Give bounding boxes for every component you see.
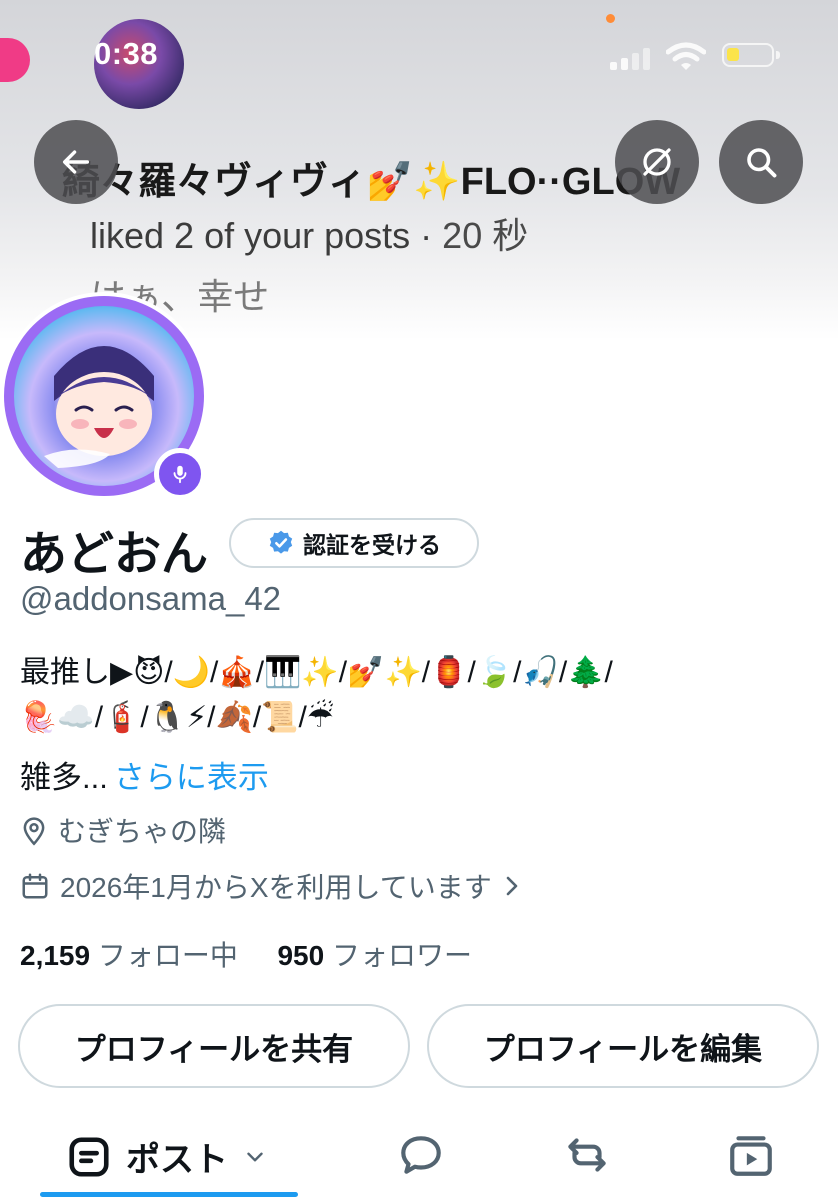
bio-more-row: 雑多... さらに表示 <box>20 752 269 797</box>
bio: 最推し▶😈/🌙/🎪/🎹✨/💅✨/🏮/🍃/🎣/🌲/ 🪼☁️/🧯/🐧⚡/🍂/📜/☔ <box>20 650 830 740</box>
notification-body: liked 2 of your posts · 20 秒 <box>90 207 528 259</box>
get-verified-label: 認証を受ける <box>303 532 441 558</box>
bio-truncated-text: 雑多... <box>20 760 108 795</box>
spaces-badge[interactable] <box>154 448 206 500</box>
tab-reposts[interactable] <box>562 1130 612 1185</box>
status-time: 0:38 <box>94 36 159 71</box>
tab-posts-label: ポスト <box>126 1141 228 1179</box>
share-profile-label: プロフィールを共有 <box>74 1031 354 1067</box>
verified-badge-icon <box>269 530 293 554</box>
show-more-link[interactable]: さらに表示 <box>114 760 269 795</box>
display-name: あどおん <box>20 527 208 580</box>
search-button[interactable] <box>719 120 803 204</box>
wifi-icon <box>666 42 706 70</box>
heart-decoration <box>0 38 30 82</box>
chevron-down-icon <box>247 1152 263 1161</box>
joined-text: 2026年1月からXを利用しています <box>60 872 492 903</box>
edit-profile-button[interactable]: プロフィールを編集 <box>427 1004 819 1088</box>
edit-profile-label: プロフィールを編集 <box>483 1031 763 1067</box>
notification-title: 綺々羅々ヴィヴィ💅✨FLO··GLOW <box>62 161 681 203</box>
chevron-right-icon <box>506 876 518 896</box>
slash-circle-icon <box>643 148 671 176</box>
back-button[interactable] <box>34 120 118 204</box>
notification-time: 20 秒 <box>442 215 529 256</box>
followers-label: フォロワー <box>331 940 472 971</box>
calendar-icon <box>22 873 48 899</box>
followers-stat[interactable]: 950 フォロワー <box>277 940 472 971</box>
media-icon <box>730 1136 772 1176</box>
microphone-icon <box>173 465 187 484</box>
joined-row[interactable]: 2026年1月からXを利用しています <box>20 866 522 906</box>
active-tab-indicator <box>40 1192 298 1197</box>
follow-stats: 2,159 フォロー中 950 フォロワー <box>20 934 472 974</box>
following-label: フォロー中 <box>97 940 238 971</box>
tab-replies[interactable] <box>396 1130 446 1185</box>
location-row: むぎちゃの隣 <box>20 810 226 850</box>
location-pin-icon <box>23 817 45 846</box>
following-stat[interactable]: 2,159 フォロー中 <box>20 940 238 971</box>
tab-media[interactable] <box>726 1130 776 1185</box>
location-text: むぎちゃの隣 <box>58 816 227 847</box>
privacy-indicator-dot <box>606 14 615 23</box>
notification-text: liked 2 of your posts · <box>90 215 443 256</box>
share-profile-button[interactable]: プロフィールを共有 <box>18 1004 410 1088</box>
battery-icon <box>722 43 780 67</box>
search-icon <box>747 148 777 178</box>
following-count: 2,159 <box>20 940 91 971</box>
get-verified-button[interactable]: 認証を受ける <box>229 518 479 568</box>
repost-icon <box>568 1138 606 1172</box>
speech-bubble-icon <box>401 1136 441 1174</box>
user-handle: @addonsama_42 <box>20 580 282 617</box>
posts-icon <box>69 1136 109 1177</box>
arrow-left-icon <box>62 150 90 174</box>
tab-posts[interactable]: ポスト <box>66 1132 268 1181</box>
followers-count: 950 <box>277 940 325 971</box>
bio-line-2: 🪼☁️/🧯/🐧⚡/🍂/📜/☔ <box>20 701 334 734</box>
profile-tab-bar: ポスト <box>0 1110 838 1200</box>
bio-line-1: 最推し▶😈/🌙/🎪/🎹✨/💅✨/🏮/🍃/🎣/🌲/ <box>20 656 613 689</box>
cellular-signal-icon <box>610 48 654 70</box>
grok-button[interactable] <box>615 120 699 204</box>
